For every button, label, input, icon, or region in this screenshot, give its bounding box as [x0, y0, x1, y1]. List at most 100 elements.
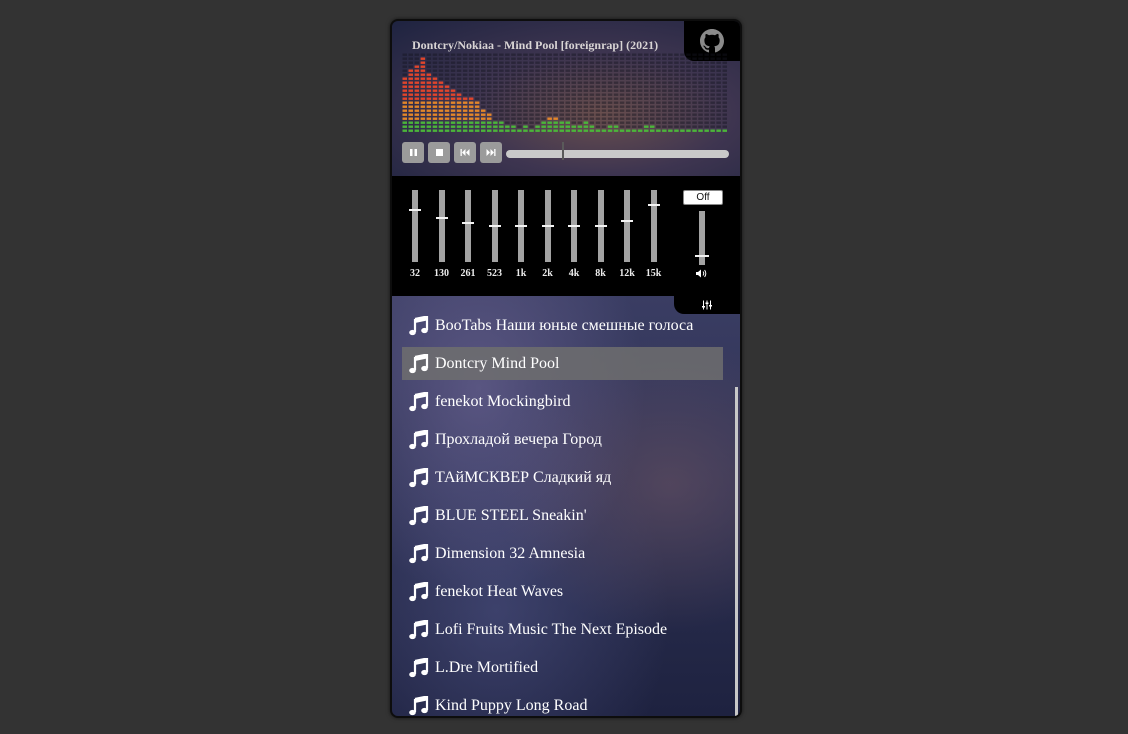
eq-band-1k[interactable]: 1k [508, 190, 534, 290]
visualizer-cell [613, 97, 619, 100]
playlist-item[interactable]: fenekot Heat Waves [402, 575, 723, 608]
visualizer-cell [704, 65, 709, 68]
visualizer-cell [583, 89, 589, 92]
playlist-item[interactable]: fenekot Mockingbird [402, 385, 723, 418]
eq-band-thumb[interactable] [515, 225, 527, 227]
visualizer-cell [637, 129, 643, 132]
eq-band-130[interactable]: 130 [429, 190, 455, 290]
visualizer-cell [535, 129, 540, 132]
eq-band-thumb[interactable] [621, 220, 633, 222]
visualizer-cell [583, 129, 589, 132]
playlist-item[interactable]: Dontcry Mind Pool [402, 347, 723, 380]
playlist-item[interactable]: BLUE STEEL Sneakin' [402, 499, 723, 532]
visualizer-cell [650, 93, 655, 96]
eq-band-track[interactable] [650, 190, 657, 262]
eq-band-track[interactable] [465, 190, 471, 262]
eq-band-thumb[interactable] [647, 204, 660, 206]
visualizer-cell [619, 73, 625, 76]
eq-band-thumb[interactable] [462, 222, 474, 224]
playlist-item[interactable]: ТАйМСКВЕР Сладкий яд [402, 461, 723, 494]
eq-band-2k[interactable]: 2k [535, 190, 561, 290]
visualizer-cell [601, 85, 607, 88]
visualizer-cell [595, 81, 601, 84]
visualizer-cell [571, 53, 576, 56]
visualizer-cell [704, 61, 709, 64]
visualizer-cell [547, 105, 552, 108]
github-icon [700, 29, 724, 53]
eq-band-261[interactable]: 261 [455, 190, 481, 290]
visualizer-cell [517, 125, 522, 128]
eq-band-thumb[interactable] [435, 217, 448, 219]
eq-band-523[interactable]: 523 [482, 190, 508, 290]
visualizer-cell [408, 97, 413, 100]
visualizer-cell [662, 129, 667, 132]
visualizer-cell [631, 113, 637, 116]
visualizer-cell [529, 89, 534, 92]
visualizer-cell [426, 61, 432, 64]
visualizer-cell [432, 109, 438, 112]
visualizer-cell [625, 117, 631, 120]
visualizer-cell [710, 65, 715, 68]
seek-bar[interactable] [506, 142, 729, 160]
eq-band-thumb[interactable] [568, 225, 580, 227]
eq-band-15k[interactable]: 15k [641, 190, 667, 290]
visualizer-cell [680, 125, 685, 128]
playlist-item[interactable]: L.Dre Mortified [402, 651, 723, 684]
visualizer-cell [589, 77, 595, 80]
visualizer-cell [511, 81, 516, 84]
visualizer-cell [511, 61, 516, 64]
visualizer-cell [450, 77, 456, 80]
playlist-item[interactable]: BooTabs Наши юные смешные голоса [402, 309, 723, 342]
playlist-item[interactable]: Kind Puppy Long Road [402, 689, 723, 716]
volume-icon[interactable] [695, 268, 709, 279]
eq-band-4k[interactable]: 4k [561, 190, 587, 290]
visualizer-cell [541, 125, 546, 128]
equalizer-panel: 32 130 261 523 1k 2k 4k 8k 12k 15k Off [392, 176, 740, 296]
visualizer-cell [565, 101, 570, 104]
visualizer-cell [631, 129, 637, 132]
visualizer-cell [462, 57, 468, 60]
eq-band-32[interactable]: 32 [402, 190, 428, 290]
next-button[interactable] [480, 142, 502, 163]
previous-button[interactable] [454, 142, 476, 163]
visualizer-cell [547, 121, 552, 124]
visualizer-cell [414, 125, 420, 128]
playlist-item[interactable]: Прохладой вечера Город [402, 423, 723, 456]
visualizer-cell [625, 61, 631, 64]
playlist-item[interactable]: Dimension 32 Amnesia [402, 537, 723, 570]
eq-band-track[interactable] [438, 190, 445, 262]
visualizer-cell [601, 97, 607, 100]
eq-band-12k[interactable]: 12k [614, 190, 640, 290]
eq-band-track[interactable] [412, 190, 418, 262]
visualizer-cell [481, 77, 486, 80]
visualizer-cell [493, 125, 498, 128]
visualizer-cell [505, 77, 510, 80]
visualizer-cell [650, 85, 655, 88]
eq-band-track[interactable] [624, 190, 630, 262]
seek-thumb[interactable] [562, 142, 564, 160]
visualizer-cell [523, 93, 528, 96]
visualizer-cell [613, 125, 619, 128]
visualizer-cell [650, 65, 655, 68]
volume-thumb[interactable] [695, 255, 709, 257]
eq-band-8k[interactable]: 8k [588, 190, 614, 290]
stop-button[interactable] [428, 142, 450, 163]
visualizer-cell [674, 105, 679, 108]
playlist-scrollbar[interactable] [735, 387, 738, 716]
equalizer-toggle-button[interactable]: Off [683, 190, 723, 205]
eq-band-thumb[interactable] [541, 225, 554, 227]
visualizer-cell [499, 69, 504, 72]
visualizer-cell [698, 105, 703, 108]
visualizer-cell [668, 113, 673, 116]
pause-button[interactable] [402, 142, 424, 163]
visualizer-cell [692, 109, 697, 112]
visualizer-cell [493, 53, 498, 56]
visualizer-cell [668, 61, 673, 64]
eq-band-thumb[interactable] [594, 225, 607, 227]
visualizer-cell [487, 93, 492, 96]
eq-band-thumb[interactable] [409, 209, 421, 211]
equalizer-settings-button[interactable] [674, 296, 740, 314]
playlist-item[interactable]: Lofi Fruits Music The Next Episode [402, 613, 723, 646]
eq-band-thumb[interactable] [488, 225, 501, 227]
visualizer-cell [511, 89, 516, 92]
